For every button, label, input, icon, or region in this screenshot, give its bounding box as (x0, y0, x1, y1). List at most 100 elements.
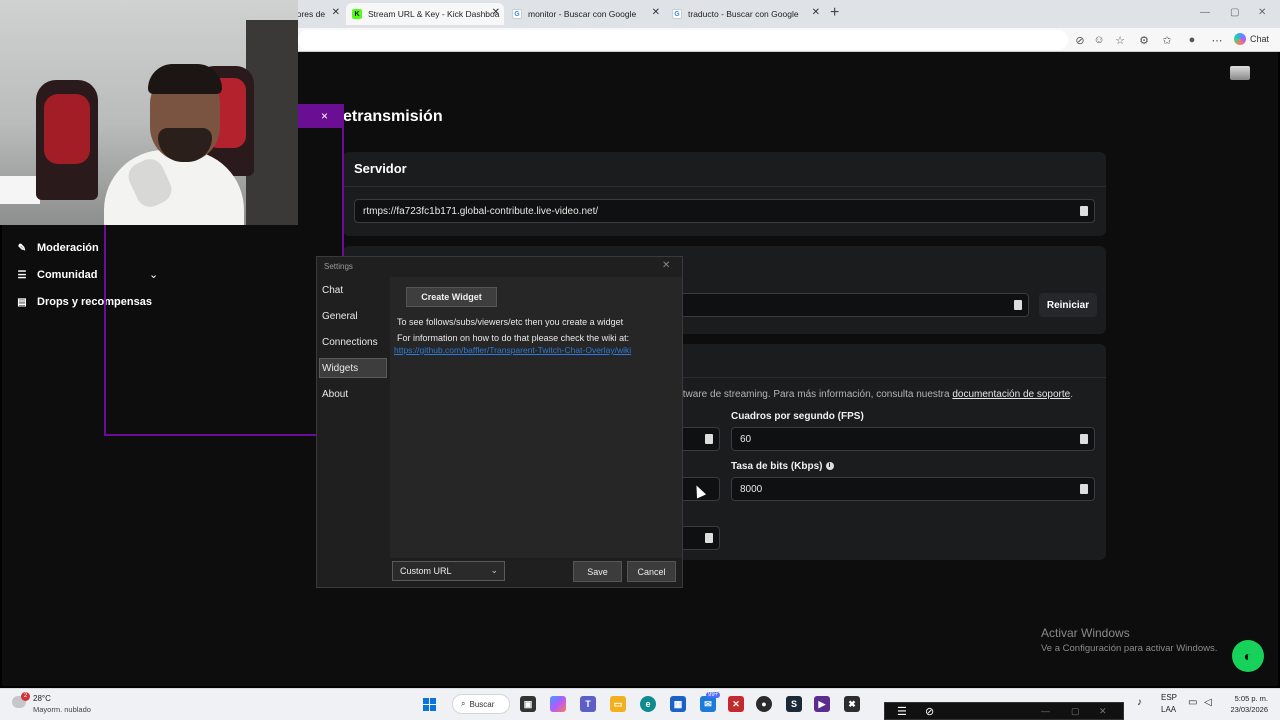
gift-icon: ▤ (17, 296, 27, 308)
streaming-app-icon[interactable]: ▶ (814, 696, 830, 712)
save-button[interactable]: Save (573, 561, 622, 582)
volume-icon[interactable]: ◁ (1204, 697, 1212, 708)
widget-type-select[interactable]: Custom URL ⌄ (392, 561, 505, 581)
maximize-icon[interactable]: ▢ (1230, 7, 1239, 18)
copy-icon[interactable] (703, 434, 713, 444)
kick-icon: K (352, 9, 362, 19)
chat-overlay-header[interactable] (298, 104, 342, 128)
extensions-icon[interactable]: ⚙ (1137, 33, 1151, 47)
edge-icon[interactable]: e (640, 696, 656, 712)
tab-kick-dashboard[interactable]: K Stream URL & Key - Kick Dashboa ✕ (346, 3, 504, 25)
microphone-icon[interactable]: ♪ (1137, 697, 1142, 708)
xbox-icon[interactable]: ✖ (844, 696, 860, 712)
cancel-button[interactable]: Cancel (627, 561, 676, 582)
keyframe-field[interactable] (680, 526, 720, 550)
tab-google-traducto[interactable]: G traducto - Buscar con Google ✕ (666, 3, 824, 25)
user-avatar[interactable] (1230, 66, 1250, 80)
hide-icon[interactable]: ⊘ (925, 705, 934, 718)
page-title: etransmisión (343, 108, 443, 125)
webcam-feed (0, 0, 298, 225)
teams-icon[interactable]: T (580, 696, 596, 712)
tracking-icon[interactable]: ⊘ (1073, 33, 1087, 47)
language-bottom[interactable]: LAA (1161, 705, 1176, 714)
sidebar-item-comunidad[interactable]: ☰ Comunidad (16, 269, 98, 281)
copilot-icon[interactable] (550, 696, 566, 712)
close-icon[interactable]: ✕ (652, 7, 660, 18)
weather-temperature[interactable]: 28°C (33, 694, 51, 703)
app-x-icon[interactable]: ✕ (728, 696, 744, 712)
search-label: Buscar (469, 699, 495, 709)
settings-nav-chat[interactable]: Chat (322, 285, 343, 296)
obs-icon[interactable]: ● (756, 696, 772, 712)
fps-field[interactable]: 60 (731, 427, 1095, 451)
menu-icon[interactable]: ☰ (897, 705, 907, 718)
close-icon[interactable]: ✕ (812, 7, 820, 18)
bitrate-label: Tasa de bits (Kbps) (731, 461, 823, 472)
copy-icon[interactable] (703, 533, 713, 543)
copy-icon[interactable] (1078, 484, 1088, 494)
maximize-icon[interactable]: ▢ (1071, 706, 1080, 717)
widgets-info-line2: For information on how to do that please… (397, 333, 630, 343)
resolution-field[interactable] (680, 427, 720, 451)
bitrate-label-row: Tasa de bits (Kbps) i (731, 461, 834, 472)
tab-title: monitor - Buscar con Google (528, 9, 637, 19)
steam-icon[interactable]: S (786, 696, 802, 712)
close-icon[interactable]: ✕ (332, 7, 340, 18)
copy-icon[interactable] (1078, 434, 1088, 444)
close-window-icon[interactable]: ✕ (1258, 7, 1266, 18)
info-icon[interactable]: i (825, 462, 834, 471)
activate-windows-title: Activar Windows (1041, 626, 1130, 640)
close-icon[interactable]: ✕ (492, 7, 500, 18)
tab-title: Stream URL & Key - Kick Dashboa (368, 9, 500, 19)
support-chat-button[interactable]: ◐ (1232, 640, 1264, 672)
notification-badge: 2 (21, 692, 30, 701)
sidebar-item-label: Moderación (37, 242, 99, 254)
favorites-icon[interactable]: ✩ (1160, 33, 1174, 47)
copilot-icon (1234, 33, 1246, 45)
clock[interactable]: 5:05 p. m. 23/03/2026 (1226, 693, 1268, 715)
mail-icon[interactable]: ✉ (700, 696, 716, 712)
settings-nav-widgets[interactable]: Widgets (322, 363, 358, 374)
favorite-star-icon[interactable]: ☆ (1113, 33, 1127, 47)
copy-icon[interactable] (1078, 206, 1088, 216)
settings-nav-general[interactable]: General (322, 311, 358, 322)
more-menu-icon[interactable]: ⋯ (1210, 33, 1224, 47)
store-icon[interactable]: ▦ (670, 696, 686, 712)
server-title: Servidor (354, 161, 407, 176)
minimize-icon[interactable]: — (1041, 706, 1050, 716)
sidebar-item-label: Comunidad (37, 269, 98, 281)
widget-type-value: Custom URL (400, 566, 452, 576)
tab-google-monitor[interactable]: G monitor - Buscar con Google ✕ (506, 3, 664, 25)
server-url-field[interactable]: rtmps://fa723fc1b171.global-contribute.l… (354, 199, 1095, 223)
copy-icon[interactable] (1012, 300, 1022, 310)
settings-nav-connections[interactable]: Connections (322, 337, 378, 348)
reset-button[interactable]: Reiniciar (1039, 293, 1097, 317)
bitrate-field[interactable]: 8000 (731, 477, 1095, 501)
copilot-chat-button[interactable]: Chat (1234, 33, 1269, 45)
minimize-icon[interactable]: — (1200, 7, 1210, 18)
task-view-icon[interactable]: ▣ (520, 696, 536, 712)
webcam-shelf (0, 176, 40, 204)
chat-label: Chat (1250, 34, 1270, 44)
close-icon[interactable]: ✕ (662, 260, 670, 271)
network-icon[interactable]: ▭ (1188, 697, 1197, 708)
address-input[interactable] (298, 30, 1068, 50)
language-top[interactable]: ESP (1161, 693, 1177, 702)
wiki-link[interactable]: https://github.com/baffler/Transparent-T… (394, 345, 631, 355)
tab-title: traducto - Buscar con Google (688, 9, 799, 19)
close-icon[interactable]: ✕ (1099, 706, 1107, 717)
windows-start-icon[interactable] (421, 696, 437, 712)
settings-nav-about[interactable]: About (322, 389, 348, 400)
stream-key-field[interactable] (680, 293, 1029, 317)
screen: dores de ✕ K Stream URL & Key - Kick Das… (0, 0, 1280, 720)
profile-icon[interactable]: ● (1185, 33, 1199, 47)
create-widget-button[interactable]: Create Widget (406, 287, 497, 307)
close-icon[interactable]: × (321, 109, 328, 123)
file-explorer-icon[interactable]: ▭ (610, 696, 626, 712)
sidebar-item-moderacion[interactable]: ✎ Moderación (16, 242, 99, 254)
weather-description[interactable]: Mayorm. nublado (33, 705, 91, 714)
support-docs-link[interactable]: documentación de soporte (952, 389, 1070, 400)
taskbar-search[interactable]: ⌕ Buscar (452, 694, 510, 714)
emoji-icon[interactable]: ☺ (1092, 33, 1106, 47)
new-tab-icon[interactable]: + (830, 4, 839, 22)
